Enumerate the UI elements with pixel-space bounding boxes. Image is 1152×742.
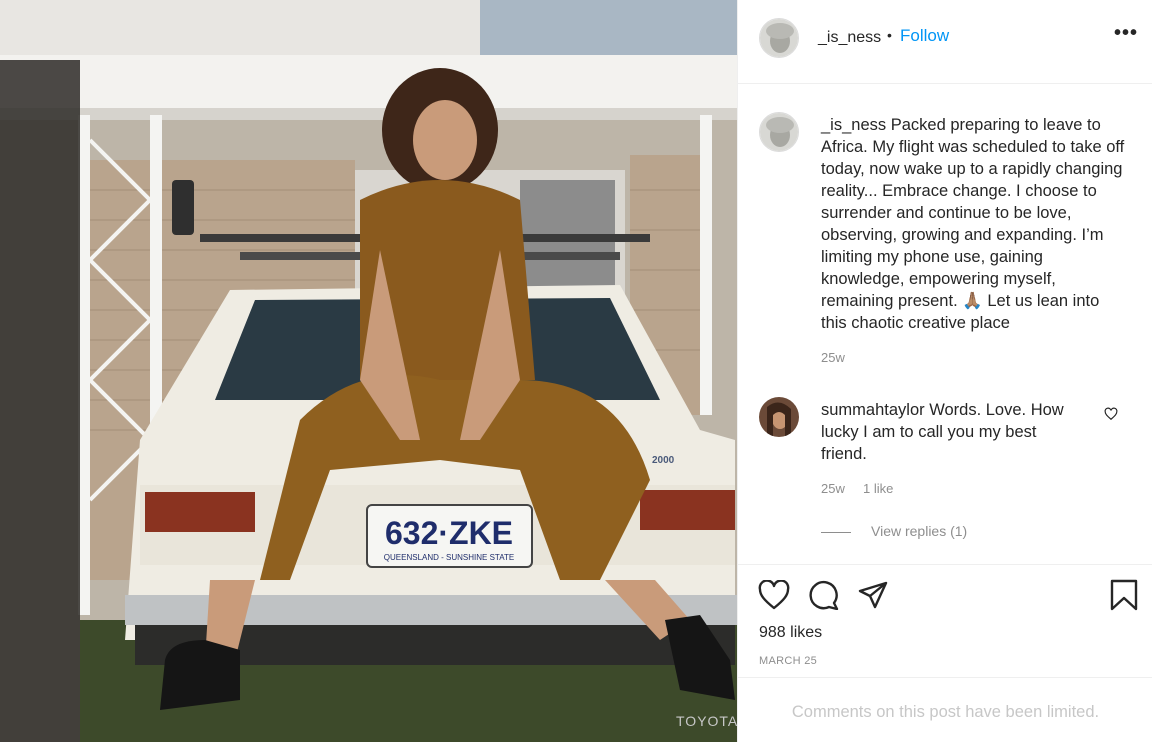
car-brand-badge: TOYOTA — [676, 713, 737, 729]
separator-dot: • — [887, 27, 892, 43]
post-caption: _is_ness Packed preparing to leave to Af… — [821, 114, 1126, 334]
author-username[interactable]: _is_ness — [818, 29, 881, 47]
license-plate-state: QUEENSLAND - SUNSHINE STATE — [384, 553, 514, 562]
comment-icon[interactable] — [808, 580, 839, 615]
post-side-panel: _is_ness • Follow ••• _is_ness Packed pr… — [737, 0, 1152, 742]
comment: summahtaylor Words. Love. How lucky I am… — [821, 399, 1071, 465]
more-options-icon[interactable]: ••• — [1114, 22, 1138, 45]
car-model-badge: 2000 — [652, 455, 675, 466]
caption-text: Packed preparing to leave to Africa. My … — [821, 116, 1125, 332]
comment-timestamp[interactable]: 25w — [821, 481, 845, 496]
share-icon[interactable] — [858, 581, 888, 614]
replies-divider — [821, 532, 851, 533]
comment-like-heart-icon[interactable] — [1104, 407, 1118, 426]
author-avatar[interactable] — [759, 18, 799, 58]
post-header: _is_ness • Follow ••• — [738, 0, 1152, 84]
bookmark-icon[interactable] — [1110, 579, 1138, 616]
comments-limited-notice: Comments on this post have been limited. — [791, 703, 1100, 721]
commenter-username[interactable]: summahtaylor — [821, 401, 925, 419]
caption-author-avatar[interactable] — [759, 112, 799, 152]
heart-icon[interactable] — [758, 579, 790, 615]
post-actions: 988 likes MARCH 25 — [738, 564, 1152, 677]
license-plate-number: 632·ZKE — [385, 515, 513, 551]
likes-count[interactable]: 988 likes — [759, 624, 822, 642]
post-date[interactable]: MARCH 25 — [759, 655, 817, 667]
caption-timestamp[interactable]: 25w — [821, 350, 845, 365]
commenter-avatar[interactable] — [759, 397, 799, 437]
follow-button[interactable]: Follow — [900, 26, 949, 46]
post-photo[interactable]: 632·ZKE QUEENSLAND - SUNSHINE STATE 2000… — [0, 0, 737, 742]
comment-footer: Comments on this post have been limited. — [738, 677, 1152, 742]
comments-area[interactable]: _is_ness Packed preparing to leave to Af… — [738, 84, 1152, 564]
view-replies-button[interactable]: View replies (1) — [871, 523, 967, 539]
comment-likes[interactable]: 1 like — [863, 481, 893, 496]
caption-username[interactable]: _is_ness — [821, 116, 886, 134]
